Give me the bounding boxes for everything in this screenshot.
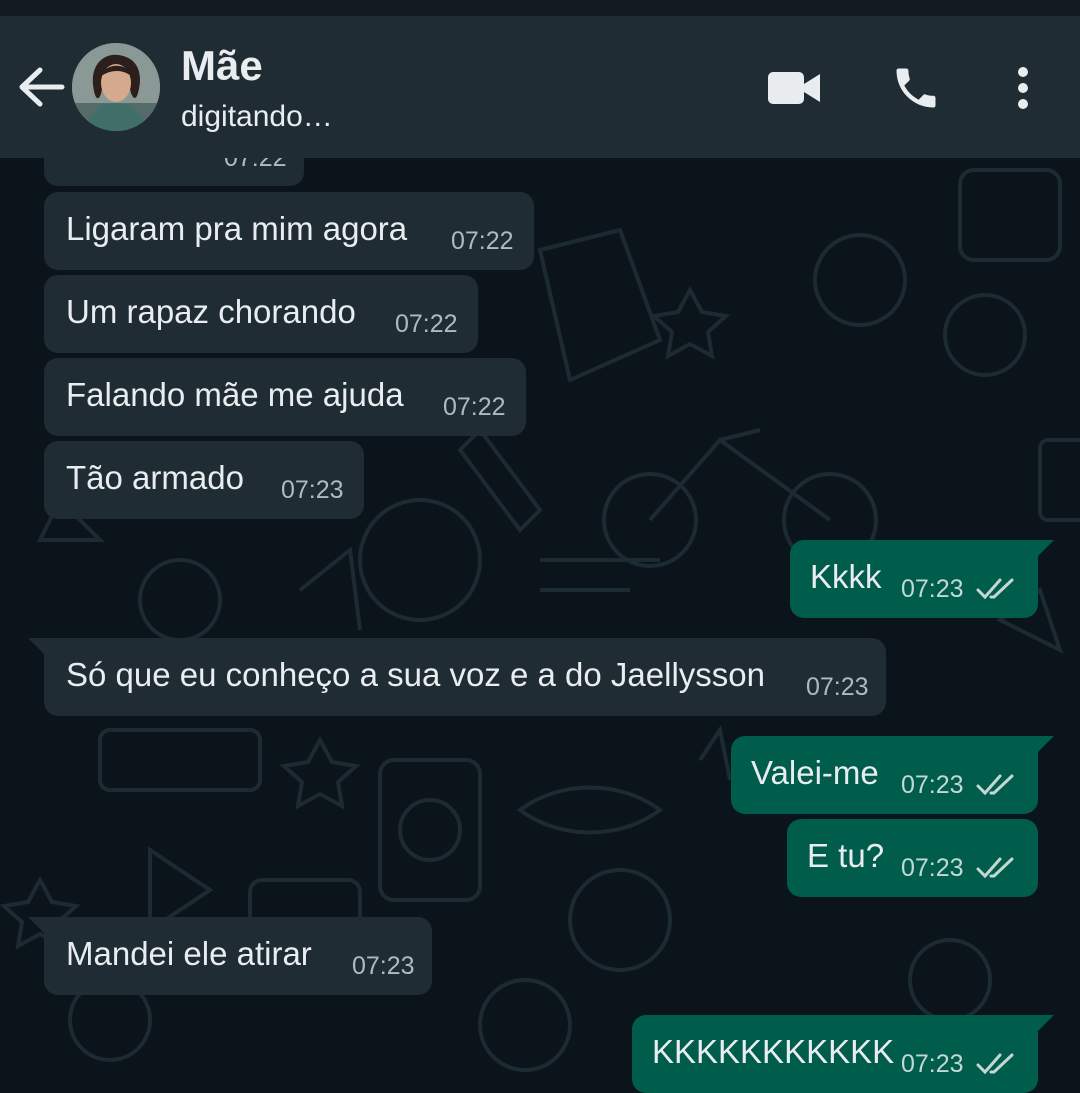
double-check-icon <box>976 774 1014 796</box>
message-incoming[interactable]: Só que eu conheço a sua voz e a do Jaell… <box>28 638 886 716</box>
message-time: 07:22 <box>451 227 514 255</box>
contact-avatar[interactable] <box>72 43 160 131</box>
phone-icon[interactable] <box>890 62 942 114</box>
message-text: Um rapaz chorando <box>66 293 356 330</box>
message-outgoing[interactable]: Valei-me 07:23 <box>731 736 1054 814</box>
message-time: 07:23 <box>281 476 344 504</box>
bubble-tail <box>28 917 50 939</box>
message-incoming[interactable]: Mandei ele atirar 07:23 <box>28 917 432 995</box>
message-time: 07:23 <box>352 952 415 980</box>
message-text: Mandei ele atirar <box>66 935 312 972</box>
message-time: 07:22 <box>443 393 506 421</box>
message-text: Falando mãe me ajuda <box>66 376 404 413</box>
message-outgoing[interactable]: KKKKKKKKKKK 07:23 <box>632 1015 1054 1093</box>
message-outgoing[interactable]: Kkkk 07:23 <box>790 540 1054 618</box>
message-incoming[interactable]: Tão armado 07:23 <box>44 441 364 519</box>
bubble-tail <box>1032 540 1054 562</box>
message-text: Ligaram pra mim agora <box>66 210 408 247</box>
message-text: KKKKKKKKKKK <box>652 1033 895 1070</box>
double-check-icon <box>976 1053 1014 1075</box>
message-text: Kkkk <box>810 558 882 595</box>
contact-name[interactable]: Mãe <box>181 42 263 90</box>
message-text: Só que eu conheço a sua voz e a do Jaell… <box>66 656 765 693</box>
message-outgoing[interactable]: E tu? 07:23 <box>787 819 1038 897</box>
message-time: 07:23 <box>901 854 964 882</box>
bubble-tail <box>1032 1015 1054 1037</box>
double-check-icon <box>976 578 1014 600</box>
message-text: E tu? <box>807 837 885 874</box>
message-time: 07:23 <box>901 575 964 603</box>
bubble-tail <box>1032 736 1054 758</box>
message-time: 07:22 <box>395 310 458 338</box>
message-time: 07:23 <box>806 673 869 701</box>
video-camera-icon[interactable] <box>766 68 822 108</box>
message-list[interactable]: 07:22 Ligaram pra mim agora 07:22 Um rap… <box>0 0 1080 1093</box>
bubble-tail <box>28 638 50 660</box>
message-time: 07:23 <box>901 771 964 799</box>
chat-header: Mãe digitando… <box>0 16 1080 158</box>
status-bar <box>0 0 1080 16</box>
contact-status: digitando… <box>181 100 333 133</box>
message-time: 07:23 <box>901 1050 964 1078</box>
message-incoming[interactable]: Falando mãe me ajuda 07:22 <box>44 358 526 436</box>
message-text: Tão armado <box>66 459 244 496</box>
message-text: Valei-me <box>751 754 879 791</box>
message-incoming[interactable]: Um rapaz chorando 07:22 <box>44 275 478 353</box>
double-check-icon <box>976 857 1014 879</box>
more-vert-icon[interactable] <box>1006 64 1040 112</box>
message-incoming[interactable]: Ligaram pra mim agora 07:22 <box>44 192 534 270</box>
arrow-back-icon[interactable] <box>16 66 66 108</box>
